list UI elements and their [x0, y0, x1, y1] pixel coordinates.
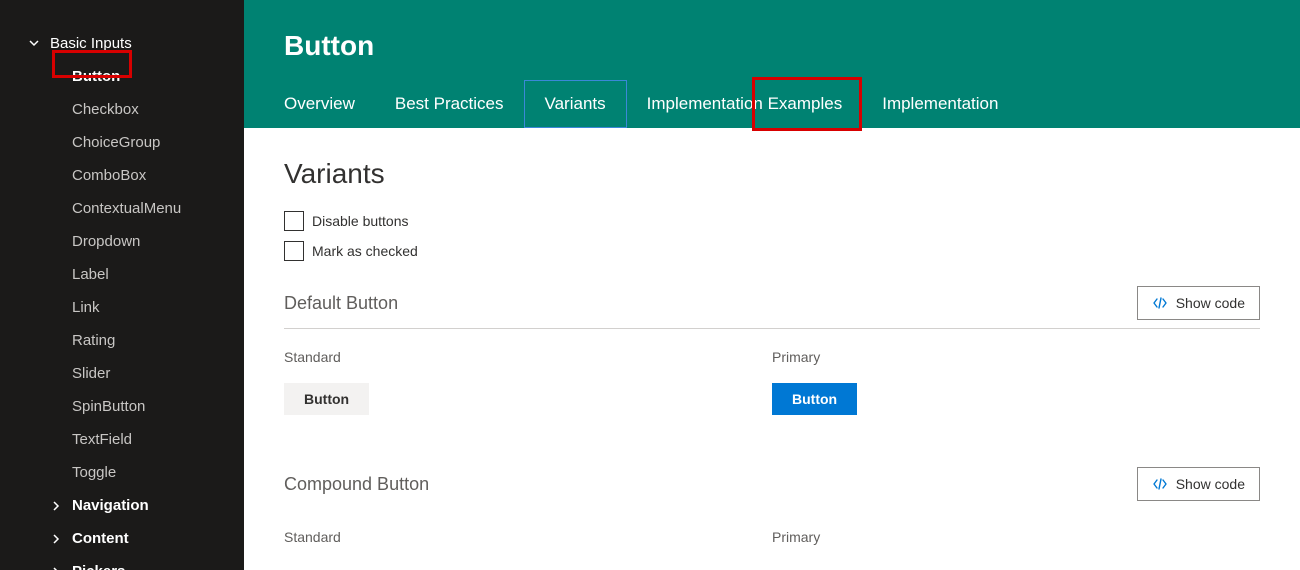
sidebar-item-link[interactable]: Link [0, 291, 244, 324]
sidebar-item-textfield[interactable]: TextField [0, 423, 244, 456]
sidebar-item-choicegroup[interactable]: ChoiceGroup [0, 126, 244, 159]
page-title: Button [244, 0, 1300, 62]
sidebar: Basic Inputs Button Checkbox ChoiceGroup… [0, 0, 244, 570]
chevron-right-icon [48, 498, 64, 514]
section-heading: Variants [284, 158, 1260, 190]
checkbox-label: Disable buttons [312, 213, 409, 229]
sidebar-item-combobox[interactable]: ComboBox [0, 159, 244, 192]
chevron-down-icon [26, 35, 42, 51]
example-cols: Standard Button Primary Button [284, 349, 1260, 415]
sidebar-group-label: Basic Inputs [50, 35, 132, 52]
sidebar-item-spinbutton[interactable]: SpinButton [0, 390, 244, 423]
sidebar-item-contextualmenu[interactable]: ContextualMenu [0, 192, 244, 225]
example-col-primary: Primary Button [772, 349, 1260, 415]
code-icon [1152, 476, 1168, 492]
example-col-standard: Standard [284, 529, 772, 563]
example-col-standard: Standard Button [284, 349, 772, 415]
col-label: Standard [284, 349, 772, 365]
sidebar-section-content[interactable]: Content [0, 522, 244, 555]
example-col-primary: Primary [772, 529, 1260, 563]
main: Button Overview Best Practices Variants … [244, 0, 1300, 570]
chevron-right-icon [48, 564, 64, 570]
checkbox-label: Mark as checked [312, 243, 418, 259]
show-code-button[interactable]: Show code [1137, 286, 1260, 320]
tab-variants[interactable]: Variants [524, 80, 627, 128]
checkbox-box-icon [284, 241, 304, 261]
sidebar-item-button[interactable]: Button [0, 60, 244, 93]
col-label: Standard [284, 529, 772, 545]
col-label: Primary [772, 529, 1260, 545]
sidebar-item-rating[interactable]: Rating [0, 324, 244, 357]
tabs: Overview Best Practices Variants Impleme… [244, 80, 1300, 128]
example-title: Default Button [284, 293, 398, 314]
sidebar-item-checkbox[interactable]: Checkbox [0, 93, 244, 126]
show-code-button[interactable]: Show code [1137, 467, 1260, 501]
sidebar-item-toggle[interactable]: Toggle [0, 456, 244, 489]
sidebar-item-slider[interactable]: Slider [0, 357, 244, 390]
col-label: Primary [772, 349, 1260, 365]
tab-overview[interactable]: Overview [264, 80, 375, 128]
tab-implementation-examples[interactable]: Implementation Examples [627, 80, 863, 128]
sidebar-item-label[interactable]: Label [0, 258, 244, 291]
example-title: Compound Button [284, 474, 429, 495]
chevron-right-icon [48, 531, 64, 547]
checkbox-box-icon [284, 211, 304, 231]
standard-button[interactable]: Button [284, 383, 369, 415]
example-header-default-button: Default Button Show code [284, 286, 1260, 329]
tab-best-practices[interactable]: Best Practices [375, 80, 524, 128]
example-cols: Standard Primary [284, 529, 1260, 563]
primary-button[interactable]: Button [772, 383, 857, 415]
tab-implementation[interactable]: Implementation [862, 80, 1018, 128]
checkbox-mark-as-checked[interactable]: Mark as checked [284, 238, 1260, 264]
sidebar-group-basic-inputs[interactable]: Basic Inputs [0, 26, 244, 60]
example-header-compound-button: Compound Button Show code [284, 467, 1260, 509]
hero: Button Overview Best Practices Variants … [244, 0, 1300, 128]
content: Variants Disable buttons Mark as checked… [244, 128, 1300, 570]
code-icon [1152, 295, 1168, 311]
sidebar-item-dropdown[interactable]: Dropdown [0, 225, 244, 258]
sidebar-section-pickers[interactable]: Pickers [0, 555, 244, 570]
checkbox-disable-buttons[interactable]: Disable buttons [284, 208, 1260, 234]
sidebar-section-navigation[interactable]: Navigation [0, 489, 244, 522]
